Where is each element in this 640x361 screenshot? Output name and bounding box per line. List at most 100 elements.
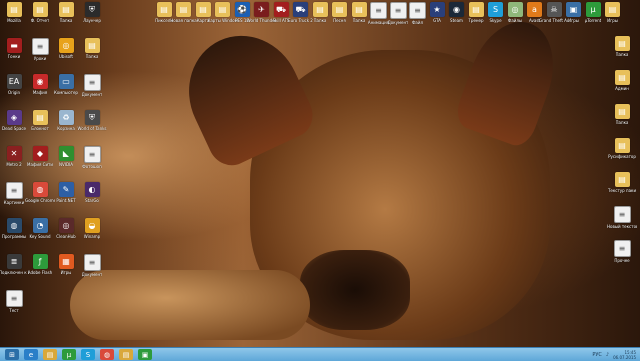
app-icon: ◈ xyxy=(6,110,22,125)
language-indicator[interactable]: РУС xyxy=(592,352,602,358)
desktop-icon-label: Skype xyxy=(489,18,502,23)
app-icon: ▣ xyxy=(566,2,581,17)
app-icon: ◒ xyxy=(84,218,100,233)
desktop-icon[interactable]: ◐ StarGo xyxy=(80,182,104,212)
desktop-icon[interactable]: ◔ Key Sound xyxy=(28,218,52,248)
desktop-icon-label: Документ xyxy=(81,272,103,277)
desktop-icon[interactable]: ◒ Winamp xyxy=(80,218,104,248)
desktop-icon[interactable]: ▭ Компьютер xyxy=(54,74,78,104)
desktop-icon[interactable]: ▬ Гонки xyxy=(2,38,26,68)
desktop-icon-label: Origin xyxy=(7,90,21,95)
desktop-icon[interactable]: ◎ CleanHub xyxy=(54,218,78,248)
desktop-icon-label: Картинки xyxy=(3,200,25,205)
desktop-icon[interactable]: ♻ Корзина xyxy=(54,110,78,140)
desktop-icon[interactable]: ▤ Игры xyxy=(601,2,625,32)
app-icon: ★ xyxy=(429,2,445,17)
desktop-icon[interactable]: ▤ Mozilla xyxy=(2,2,26,32)
utorrent-button[interactable]: µ xyxy=(62,349,76,360)
desktop-icon[interactable]: ◎ Ubisoft xyxy=(54,38,78,68)
desktop-icon-label: NVIDIA xyxy=(59,162,73,167)
desktop-icon-label: Русификатор xyxy=(608,154,636,159)
desktop-icon-label: Файл xyxy=(411,20,424,25)
desktop-icon[interactable]: ▤ Текстур паки xyxy=(607,172,637,202)
desktop-icon-label: Папка xyxy=(352,18,366,23)
desktop-icon-label: Программы xyxy=(1,234,27,239)
desktop-icon[interactable]: ≡ Картинки xyxy=(2,182,26,212)
desktop-icon[interactable]: ≡ Тест xyxy=(2,290,26,320)
desktop-icon[interactable]: ◣ NVIDIA xyxy=(54,146,78,176)
app-icon: ≡ xyxy=(389,2,407,19)
app-icon: ☠ xyxy=(546,2,562,17)
desktop-icon[interactable]: ◍ Google Chrome xyxy=(25,182,55,212)
desktop-icon[interactable]: ▤ Ф. Отчет xyxy=(28,2,52,32)
taskbar-buttons: ⊞ e ▤ µ S ◍ ▤ ▣ xyxy=(0,349,152,360)
desktop-icon-label: Игры xyxy=(568,18,579,23)
desktop-icon[interactable]: ≡ Прочее xyxy=(610,240,634,270)
desktop-icon[interactable]: ▤ Папка xyxy=(80,38,104,68)
desktop-icon[interactable]: ▤ Админ xyxy=(610,70,634,100)
desktop-icon[interactable]: ≡ Фотошоп xyxy=(80,146,104,176)
folder-button[interactable]: ▤ xyxy=(43,349,57,360)
desktop-icon-label: Текстур паки xyxy=(607,188,637,193)
app-icon: ⚽ xyxy=(234,2,250,17)
desktop-icon[interactable]: ✕ Metro 2 xyxy=(2,146,26,176)
desktop-icon[interactable]: ▦ Игры xyxy=(54,254,78,284)
desktop-icon-label: Steam xyxy=(450,18,463,23)
app-icon: ◉ xyxy=(449,2,464,17)
desktop-icon[interactable]: ≡Новый текстовый xyxy=(607,206,637,236)
app-icon: ▬ xyxy=(6,38,22,53)
desktop-icon-label: Winamp xyxy=(83,234,101,239)
desktop-icon[interactable]: ✎ Paint.NET xyxy=(54,182,78,212)
app-icon: S xyxy=(488,2,503,17)
desktop-icon-label: Песня xyxy=(333,18,346,23)
desktop-icon[interactable]: ▤ Блокнот xyxy=(28,110,52,140)
desktop-icon[interactable]: ⛨ World of Tanks xyxy=(77,110,107,140)
desktop[interactable]: ▤ Пиксели ▤ Новая папка ▤ Карта ▤ Карты Windows… xyxy=(0,0,640,347)
volume-icon[interactable]: ♪ xyxy=(606,352,609,358)
desktop-icon-label: Тест xyxy=(9,308,19,313)
desktop-icon-label: Блокнот xyxy=(31,126,49,131)
desktop-icon[interactable]: ◆ Мафия Сити xyxy=(27,146,53,176)
app-icon: ◍ xyxy=(6,218,22,233)
desktop-icon[interactable]: ◍ Программы xyxy=(2,218,26,248)
app-icon: ◍ xyxy=(32,182,48,197)
skype-button[interactable]: S xyxy=(81,349,95,360)
desktop-icon-label: Прочее xyxy=(614,258,630,263)
desktop-icon[interactable]: ≡ Документ xyxy=(80,74,104,104)
desktop-icon-label: Папка xyxy=(85,54,99,59)
ie-button[interactable]: e xyxy=(24,349,38,360)
desktop-icon[interactable]: ▤ Папка xyxy=(610,104,634,134)
app-icon: ▤ xyxy=(614,172,630,187)
app-icon: ▤ xyxy=(215,2,230,17)
wallpaper-dog-paw xyxy=(70,270,310,340)
desktop-icon-label: µTorrent xyxy=(584,18,602,23)
desktop-icon[interactable]: EA Origin xyxy=(2,74,26,104)
desktop-icon[interactable]: ▤ Русификатор xyxy=(608,138,636,168)
start-button[interactable]: ⊞ xyxy=(5,349,19,360)
app-icon: ◆ xyxy=(32,146,48,161)
desktop-icon-label: Игры xyxy=(60,270,72,275)
app-icon: ▤ xyxy=(312,2,328,17)
taskbar: ⊞ e ▤ µ S ◍ ▤ ▣ РУС ♪ 15:45 06.07.2015 xyxy=(0,347,640,361)
app-button[interactable]: ▣ xyxy=(138,349,152,360)
desktop-icon-label: CleanHub xyxy=(56,234,76,239)
app-icon: ✈ xyxy=(254,2,269,17)
desktop-icon[interactable]: ◈ Dead Space xyxy=(2,110,26,140)
desktop-icon[interactable]: ◉ Мафия xyxy=(28,74,52,104)
desktop-icon[interactable]: ⛨ Лаунчер xyxy=(80,2,104,32)
app-icon: ▤ xyxy=(332,2,347,17)
desktop-icon[interactable]: ▤ Папка xyxy=(54,2,78,32)
desktop-icon[interactable]: ≡ Уроки xyxy=(28,38,52,68)
desktop-icon[interactable]: ≡ Документ xyxy=(80,254,104,284)
clock[interactable]: 15:45 06.07.2015 xyxy=(613,350,636,360)
desktop-icon-label: Лаунчер xyxy=(83,18,101,23)
explorer-button[interactable]: ▤ xyxy=(119,349,133,360)
desktop-icon-label: GTA xyxy=(433,18,441,23)
app-icon: ▤ xyxy=(351,2,367,17)
chrome-button[interactable]: ◍ xyxy=(100,349,114,360)
desktop-icon[interactable]: ▤ Папка xyxy=(610,36,634,66)
desktop-icon[interactable]: ƒ Adobe Flash xyxy=(28,254,52,284)
desktop-icon[interactable]: ≣Подключен к Интернету xyxy=(0,254,29,284)
desktop-icon-label: Файлы xyxy=(507,18,523,23)
app-icon: ✕ xyxy=(6,146,22,161)
